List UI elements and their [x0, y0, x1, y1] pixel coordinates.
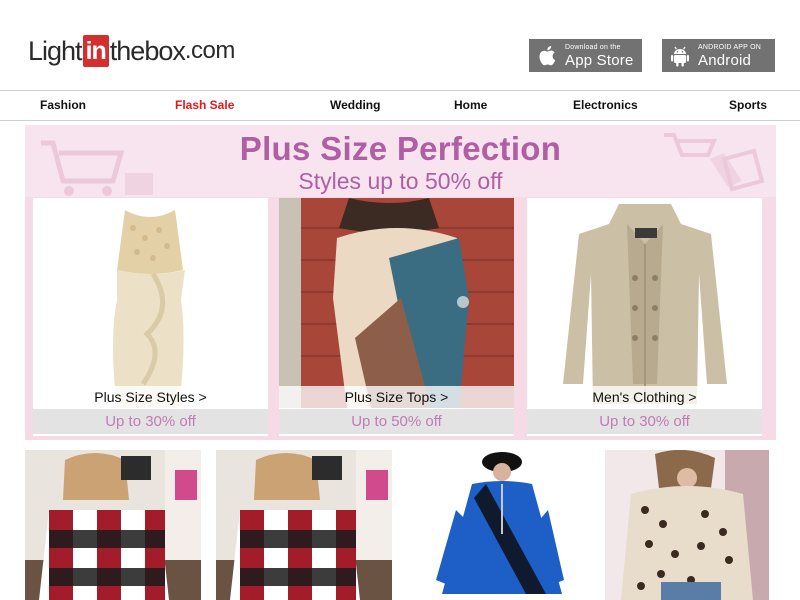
nav-item-flash-sale[interactable]: Flash Sale — [175, 91, 234, 120]
nav-item-wedding[interactable]: Wedding — [330, 91, 380, 120]
blue-tunic-product-image — [416, 450, 576, 600]
card-label: Plus Size Styles > — [33, 386, 268, 408]
card-label: Men's Clothing > — [527, 386, 762, 408]
category-card-plus-size-styles[interactable]: Plus Size Styles > Up to 30% off — [33, 198, 268, 436]
nav-item-fashion[interactable]: Fashion — [40, 91, 86, 120]
product-tile[interactable] — [605, 450, 769, 600]
banner-subtitle: Styles up to 50% off — [298, 168, 503, 194]
app-store-caption: Download on the — [565, 43, 621, 51]
logo-text-in: in — [82, 35, 109, 67]
promo-banner[interactable]: Plus Size Perfection Styles up to 50% of… — [25, 125, 776, 440]
logo-text-light: Light — [28, 36, 83, 66]
logo-text-com: .com — [184, 37, 236, 64]
app-store-button[interactable]: Download on the App Store — [529, 39, 642, 72]
card-label: Plus Size Tops > — [279, 386, 514, 408]
card-discount: Up to 30% off — [527, 409, 762, 434]
android-caption: ANDROID APP ON — [698, 43, 761, 51]
nav-item-sports[interactable]: Sports — [729, 91, 767, 120]
banner-title: Plus Size Perfection — [239, 130, 562, 167]
plaid-top-product-image — [216, 450, 392, 600]
product-tile[interactable] — [416, 450, 576, 600]
category-card-mens-clothing[interactable]: Men's Clothing > Up to 30% off — [527, 198, 762, 436]
nav-item-home[interactable]: Home — [454, 91, 487, 120]
category-card-plus-size-tops[interactable]: Plus Size Tops > Up to 50% off — [279, 198, 514, 436]
android-app-button[interactable]: ANDROID APP ON Android — [662, 39, 775, 72]
leopard-shirt-product-image — [605, 450, 769, 600]
colorblock-top-image — [279, 198, 514, 408]
apple-icon — [537, 45, 557, 67]
nav-item-electronics[interactable]: Electronics — [573, 91, 638, 120]
plaid-top-product-image — [25, 450, 201, 600]
android-label: Android — [698, 51, 752, 69]
product-tile[interactable] — [216, 450, 392, 600]
site-logo[interactable]: Light in thebox .com — [28, 34, 235, 68]
card-discount: Up to 50% off — [279, 409, 514, 434]
card-discount: Up to 30% off — [33, 409, 268, 434]
android-icon — [670, 45, 690, 67]
site-header: Light in thebox .com Download on the App… — [0, 0, 800, 90]
logo-text-thebox: thebox — [109, 36, 186, 66]
product-tile[interactable] — [25, 450, 201, 600]
trench-coat-image — [527, 198, 762, 408]
lace-dress-image — [33, 198, 268, 408]
category-nav: Fashion Flash Sale Wedding Home Electron… — [0, 90, 800, 121]
app-store-label: App Store — [565, 51, 634, 69]
